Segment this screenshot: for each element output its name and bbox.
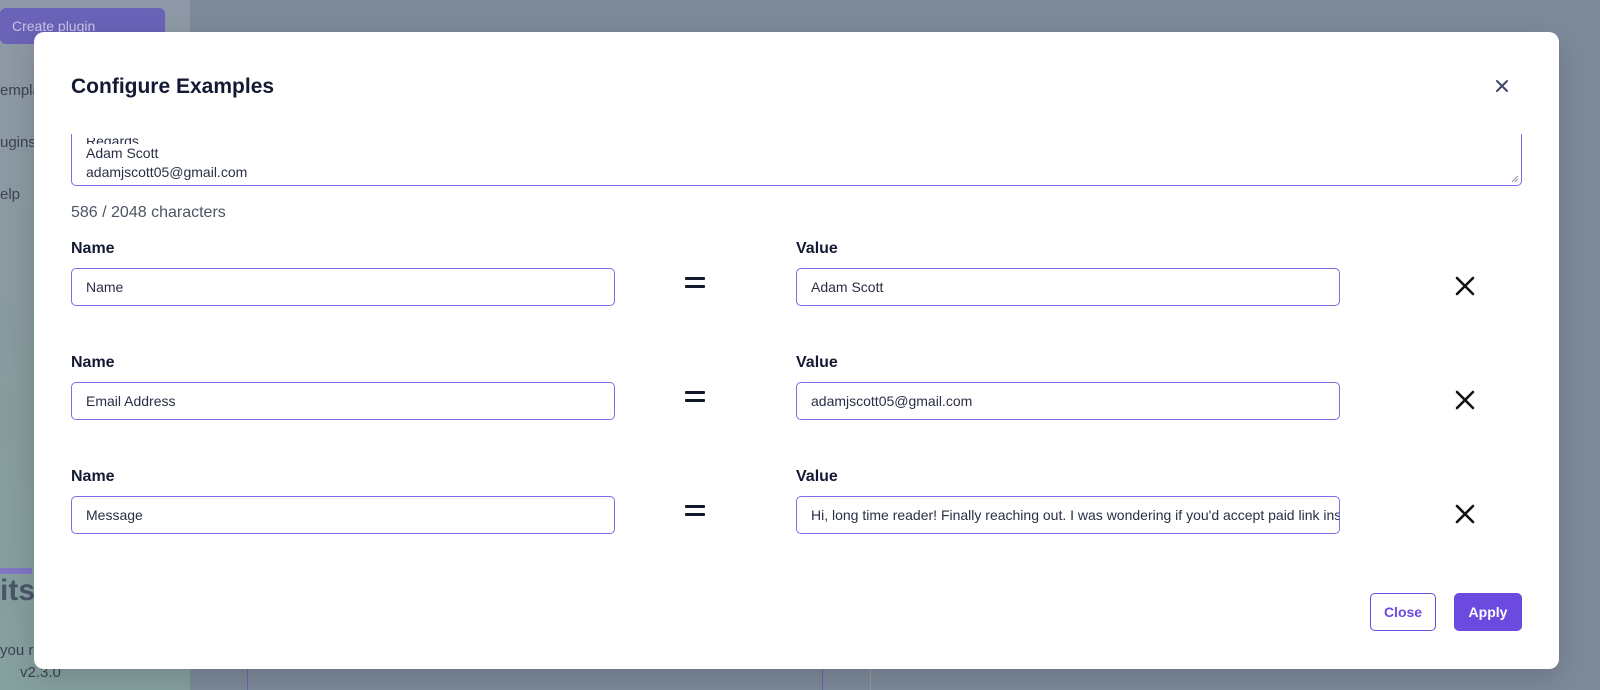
value-label: Value xyxy=(796,354,838,371)
sidebar-item-plugins: ugins xyxy=(0,134,36,151)
equals-icon xyxy=(685,391,705,405)
sidebar-footer-text: you r xyxy=(0,642,34,659)
value-label: Value xyxy=(796,468,838,485)
example-row: Name Email Address Value adamjscott05@gm… xyxy=(71,354,1522,434)
value-input[interactable]: Hi, long time reader! Finally reaching o… xyxy=(796,496,1340,534)
name-label: Name xyxy=(71,240,115,257)
prompt-textarea[interactable]: Regards Adam Scott adamjscott05@gmail.co… xyxy=(71,134,1522,186)
modal-title: Configure Examples xyxy=(71,75,275,98)
example-row: Name Message Value Hi, long time reader!… xyxy=(71,468,1522,548)
name-input[interactable]: Name xyxy=(71,268,615,306)
example-row: Name Name Value Adam Scott xyxy=(71,240,1522,320)
value-label: Value xyxy=(796,240,838,257)
apply-button[interactable]: Apply xyxy=(1454,593,1522,631)
name-input[interactable]: Message xyxy=(71,496,615,534)
configure-examples-modal: Configure Examples Regards Adam Scott ad… xyxy=(34,32,1559,669)
brand-logo: its xyxy=(0,574,36,607)
textarea-line: Adam Scott xyxy=(86,145,159,161)
remove-row-icon[interactable] xyxy=(1453,502,1477,526)
name-input[interactable]: Email Address xyxy=(71,382,615,420)
remove-row-icon[interactable] xyxy=(1453,388,1477,412)
value-input[interactable]: adamjscott05@gmail.com xyxy=(796,382,1340,420)
close-button[interactable]: Close xyxy=(1370,593,1436,631)
remove-row-icon[interactable] xyxy=(1453,274,1477,298)
textarea-line: adamjscott05@gmail.com xyxy=(86,164,248,180)
resize-handle-icon[interactable] xyxy=(1511,175,1519,183)
sidebar-item-help: elp xyxy=(0,186,21,203)
close-icon[interactable] xyxy=(1490,74,1514,98)
equals-icon xyxy=(685,505,705,519)
name-label: Name xyxy=(71,468,115,485)
name-label: Name xyxy=(71,354,115,371)
character-count: 586 / 2048 characters xyxy=(71,204,226,221)
value-input[interactable]: Adam Scott xyxy=(796,268,1340,306)
equals-icon xyxy=(685,277,705,291)
